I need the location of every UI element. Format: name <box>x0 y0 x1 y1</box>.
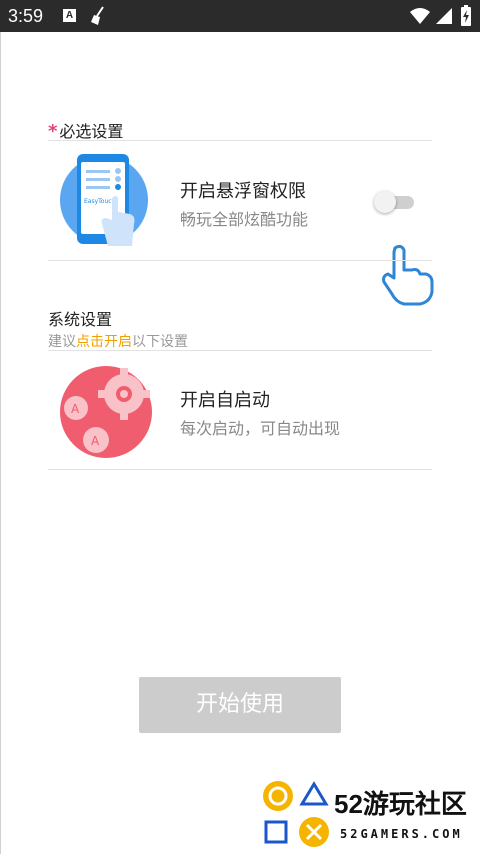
battery-charging-icon <box>461 5 471 26</box>
floating-window-title: 开启悬浮窗权限 <box>180 181 306 202</box>
autostart-title: 开启自启动 <box>180 390 270 411</box>
autostart-subtitle: 每次启动，可自动出现 <box>180 419 341 438</box>
system-settings-title: 系统设置 <box>48 310 113 329</box>
notification-a-icon: A <box>63 9 76 22</box>
broom-icon <box>91 6 104 25</box>
required-star: * <box>48 121 58 142</box>
phone-illustration-icon: EasyTouch <box>60 154 148 246</box>
floating-window-toggle[interactable] <box>374 190 416 214</box>
divider <box>48 350 432 351</box>
start-button[interactable]: 开始使用 <box>139 677 341 733</box>
svg-text:A: A <box>71 402 80 416</box>
divider <box>48 260 432 261</box>
required-settings-title: * 必选设置 <box>48 118 123 142</box>
hint-prefix: 建议 <box>48 334 76 350</box>
status-bar: 3:59 A <box>0 0 480 32</box>
watermark-brand: 52游玩社区 <box>334 789 467 819</box>
floating-window-subtitle: 畅玩全部炫酷功能 <box>180 210 309 229</box>
divider <box>48 140 432 141</box>
pointing-hand-icon <box>382 244 434 306</box>
svg-text:A: A <box>91 434 100 448</box>
toggle-knob <box>374 191 396 213</box>
hint-suffix: 以下设置 <box>132 334 188 350</box>
required-settings-label: 必选设置 <box>59 122 124 141</box>
cell-signal-icon <box>436 8 452 24</box>
hint-highlight: 点击开启 <box>76 334 132 350</box>
watermark-domain: 52GAMERS.COM <box>340 827 463 841</box>
status-time: 3:59 <box>8 6 44 26</box>
left-border <box>0 32 1 854</box>
svg-text:EasyTouch: EasyTouch <box>84 198 116 205</box>
divider <box>48 469 432 470</box>
system-settings-hint: 建议点击开启以下设置 <box>48 331 188 351</box>
watermark-logo-icon <box>263 781 329 847</box>
wifi-icon <box>410 8 430 24</box>
gears-illustration-icon: A A <box>60 366 152 458</box>
